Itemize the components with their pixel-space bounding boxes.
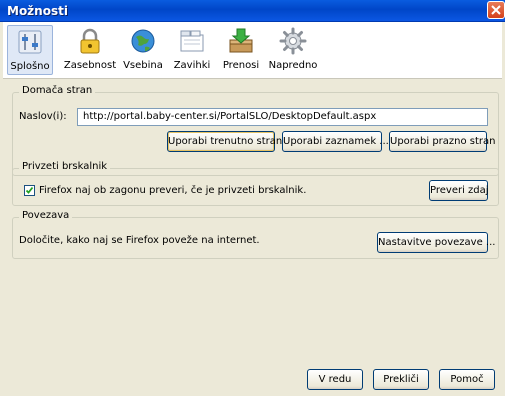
default-browser-group-title: Privzeti brskalnik (19, 161, 111, 172)
default-browser-group: Privzeti brskalnik Firefox naj ob zagonu… (12, 161, 499, 206)
tab-general[interactable]: Splošno (7, 25, 53, 75)
connection-group-title: Povezava (19, 210, 73, 221)
tab-downloads-label: Prenosi (222, 60, 260, 71)
cancel-button[interactable]: Prekliči (373, 369, 429, 390)
tabs-icon (180, 30, 204, 52)
use-current-page-button[interactable]: Uporabi trenutno stran (167, 131, 282, 152)
tab-advanced-label: Napredno (268, 60, 318, 71)
check-now-button[interactable]: Preveri zdaj (429, 180, 489, 201)
address-label: Naslov(i): (19, 111, 67, 122)
lock-icon (80, 28, 100, 54)
close-button[interactable] (487, 1, 505, 19)
connection-description: Določite, kako naj se Firefox poveže na … (19, 235, 260, 246)
tab-privacy[interactable]: Zasebnost (63, 25, 117, 75)
tab-tabs-label: Zavihki (173, 60, 211, 71)
general-sliders-icon (18, 30, 42, 54)
use-blank-page-button[interactable]: Uporabi prazno stran (389, 131, 496, 152)
connection-group: Povezava Določite, kako naj se Firefox p… (12, 210, 499, 259)
home-address-input[interactable]: http://portal.baby-center.si/PortalSLO/D… (77, 108, 488, 126)
options-toolbar: Splošno Zasebnost Vsebina Zavihki Prenos… (3, 22, 502, 79)
tab-content[interactable]: Vsebina (119, 25, 167, 75)
close-icon (491, 5, 501, 15)
home-page-group-title: Domača stran (19, 85, 96, 96)
tab-downloads[interactable]: Prenosi (217, 25, 265, 75)
tab-tabs[interactable]: Zavihki (169, 25, 215, 75)
use-bookmark-button[interactable]: Uporabi zaznamek ... (282, 131, 389, 152)
window-title: Možnosti (7, 4, 68, 18)
connection-settings-button[interactable]: Nastavitve povezave ... (377, 232, 495, 253)
help-button[interactable]: Pomoč (439, 369, 495, 390)
tab-privacy-label: Zasebnost (63, 60, 117, 71)
check-default-checkbox[interactable] (24, 185, 35, 196)
title-bar: Možnosti (0, 0, 505, 22)
tab-content-label: Vsebina (123, 60, 163, 71)
dialog-client: Splošno Zasebnost Vsebina Zavihki Prenos… (3, 22, 502, 396)
checkmark-icon (25, 186, 34, 194)
globe-icon (131, 29, 155, 53)
check-default-label: Firefox naj ob zagonu preveri, če je pri… (39, 185, 307, 196)
gear-icon (279, 27, 307, 55)
tab-advanced[interactable]: Napredno (267, 25, 319, 75)
downloads-icon (229, 28, 253, 53)
tab-general-label: Splošno (10, 61, 50, 72)
ok-button[interactable]: V redu (307, 369, 363, 390)
